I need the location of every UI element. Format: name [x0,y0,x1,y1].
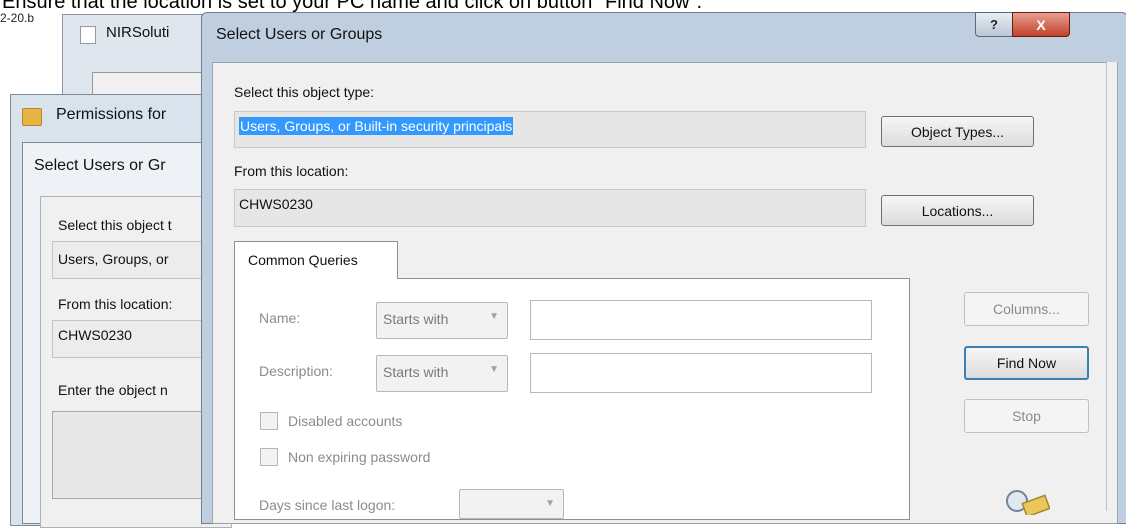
disabled-accounts-label: Disabled accounts [288,413,403,429]
stop-button[interactable]: Stop [964,399,1089,433]
object-type-field: Users, Groups, or Built-in security prin… [234,111,866,148]
close-button[interactable]: X [1012,12,1070,37]
name-mode-value: Starts with [383,311,449,327]
dialog-scrollbar[interactable] [1106,62,1117,511]
back-dialog-title: Select Users or Gr [34,157,166,174]
back-enter-names-label: Enter the object n [58,382,168,398]
name-label: Name: [259,310,301,326]
folder-icon [22,108,42,126]
locations-button[interactable]: Locations... [881,195,1034,226]
description-label: Description: [259,363,333,379]
tab-common-queries[interactable]: Common Queries [234,241,398,279]
chevron-down-icon: ▼ [545,498,555,509]
find-now-button[interactable]: Find Now [964,346,1089,380]
back-location-label: From this location: [58,296,173,312]
non-expiring-password-label: Non expiring password [288,449,431,465]
description-mode-value: Starts with [383,364,449,380]
name-mode-select[interactable]: Starts with ▼ [376,302,508,339]
object-type-value: Users, Groups, or Built-in security prin… [239,117,514,135]
object-type-label: Select this object type: [234,84,375,100]
description-input[interactable] [530,353,872,393]
dialog-title: Select Users or Groups [216,26,383,43]
chevron-down-icon: ▼ [489,364,499,375]
days-since-logon-select[interactable]: ▼ [459,489,564,519]
disabled-accounts-checkbox[interactable] [260,412,278,430]
back-object-type-label: Select this object t [58,217,172,233]
file-label: 2-20.b [0,11,35,25]
back-names-textarea [52,411,224,499]
back-object-type-value: Users, Groups, or [58,251,169,267]
document-icon [80,26,96,44]
location-label: From this location: [234,163,349,179]
chevron-down-icon: ▼ [489,311,499,322]
location-value: CHWS0230 [239,196,313,212]
non-expiring-password-checkbox[interactable] [260,448,278,466]
location-field: CHWS0230 [234,189,866,227]
permissions-title: Permissions for [56,106,167,123]
name-input[interactable] [530,300,872,340]
back-location-value: CHWS0230 [58,327,132,343]
object-types-button[interactable]: Object Types... [881,116,1034,147]
nirsolution-title: NIRSoluti [106,24,170,41]
columns-button[interactable]: Columns... [964,292,1089,326]
description-mode-select[interactable]: Starts with ▼ [376,355,508,392]
help-button[interactable]: ? [975,12,1013,37]
